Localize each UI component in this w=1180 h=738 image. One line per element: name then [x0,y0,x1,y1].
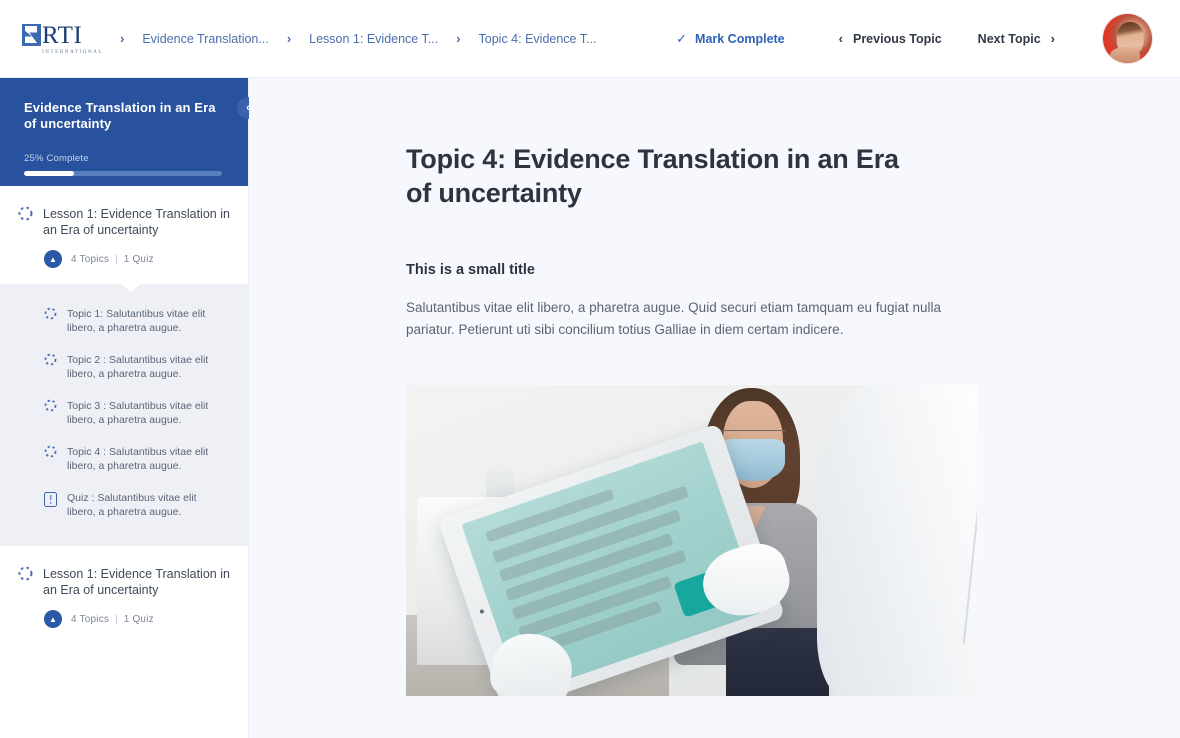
sidebar-item-quiz[interactable]: Quiz : Salutantibus vitae elit libero, a… [0,482,248,528]
section-subtitle: This is a small title [406,262,535,278]
logo-text: RTI [42,21,83,49]
breadcrumb-lesson[interactable]: Lesson 1: Evidence T... [309,32,438,46]
main-content: Topic 4: Evidence Translation in an Era … [249,78,1180,738]
lesson-block: Lesson 1: Evidence Translation in an Era… [0,546,248,644]
topic-label: Topic 3 : Salutantibus vitae elit libero… [67,400,209,426]
photo-coat-fold [962,411,977,644]
logo-subtitle: INTERNATIONAL [42,48,103,55]
chevron-right-icon: › [1050,31,1055,46]
logo-wordmark: RTI [22,23,94,48]
dashed-circle-icon [18,206,33,221]
lesson-collapse-toggle[interactable]: ▲ [44,250,62,268]
sidebar-item-topic-3[interactable]: Topic 3 : Salutantibus vitae elit libero… [0,390,248,436]
user-avatar[interactable] [1103,14,1152,63]
lesson-meta: ▲ 4 Topics | 1 Quiz [44,610,230,644]
breadcrumb-chevron-icon: › [120,31,125,46]
next-topic-button[interactable]: Next Topic › [978,31,1055,46]
dashed-circle-icon [44,307,57,320]
meta-separator: | [115,253,118,265]
course-sidebar: Evidence Translation in an Era of uncert… [0,78,259,738]
lesson-photo [406,385,977,696]
quiz-icon [44,492,57,507]
breadcrumb-chevron-icon: › [286,31,292,46]
rti-logo[interactable]: RTI INTERNATIONAL [22,22,103,56]
previous-topic-button[interactable]: ‹ Previous Topic [839,31,942,46]
topic-list: Topic 1: Salutantibus vitae elit libero,… [0,284,248,546]
breadcrumb-course[interactable]: Evidence Translation... [142,32,268,46]
sidebar-item-lesson-2[interactable]: Lesson 1: Evidence Translation in an Era… [18,566,230,598]
course-header: Evidence Translation in an Era of uncert… [0,78,259,186]
topbar-actions: ✓ Mark Complete ‹ Previous Topic Next To… [676,0,1180,77]
mark-complete-label: Mark Complete [695,31,785,46]
lesson-quiz-count: 1 Quiz [123,253,154,265]
lesson-meta: ▲ 4 Topics | 1 Quiz [44,250,230,284]
lesson-block: Lesson 1: Evidence Translation in an Era… [0,186,248,284]
rti-logo-mark-icon [22,24,41,46]
dashed-circle-icon [18,566,33,581]
lesson-title: Lesson 1: Evidence Translation in an Era… [43,207,230,237]
body-paragraph: Salutantibus vitae elit libero, a pharet… [406,300,942,337]
lesson-quiz-count: 1 Quiz [123,613,154,625]
progress-bar-fill [24,171,74,176]
breadcrumb-topic[interactable]: Topic 4: Evidence T... [479,32,597,46]
dashed-circle-icon [44,353,57,366]
topic-label: Topic 2 : Salutantibus vitae elit libero… [67,354,209,380]
topic-label: Topic 4 : Salutantibus vitae elit libero… [67,446,209,472]
check-icon: ✓ [676,30,688,46]
progress-label: 25% Complete [24,153,89,164]
photo-tablet-camera [478,608,484,614]
lesson-collapse-toggle[interactable]: ▲ [44,610,62,628]
photo-clinician-coat [817,385,977,696]
lesson-title: Lesson 1: Evidence Translation in an Era… [43,567,230,597]
breadcrumb-chevron-icon: › [456,31,461,46]
course-title: Evidence Translation in an Era of uncert… [24,100,216,131]
photo-patient-legs [725,627,829,696]
next-topic-label: Next Topic [977,31,1041,46]
sidebar-item-lesson-1[interactable]: Lesson 1: Evidence Translation in an Era… [18,206,230,238]
dashed-circle-icon [44,445,57,458]
chevron-left-icon: ‹ [838,31,843,46]
dashed-circle-icon [44,399,57,412]
sidebar-item-topic-2[interactable]: Topic 2 : Salutantibus vitae elit libero… [0,344,248,390]
top-navigation-bar: RTI INTERNATIONAL › Evidence Translation… [0,0,1180,78]
previous-topic-label: Previous Topic [852,31,942,46]
mark-complete-button[interactable]: ✓ Mark Complete [676,31,785,47]
meta-separator: | [115,613,118,625]
sidebar-item-topic-4[interactable]: Topic 4 : Salutantibus vitae elit libero… [0,436,248,482]
lesson-topics-count: 4 Topics [71,613,110,625]
sidebar-item-topic-1[interactable]: Topic 1: Salutantibus vitae elit libero,… [0,298,248,344]
progress-bar [24,171,222,176]
lesson-topics-count: 4 Topics [71,253,110,265]
topic-label: Topic 1: Salutantibus vitae elit libero,… [67,308,206,334]
course-page: RTI INTERNATIONAL › Evidence Translation… [0,0,1180,738]
page-title: Topic 4: Evidence Translation in an Era … [406,144,899,208]
quiz-label: Quiz : Salutantibus vitae elit libero, a… [67,492,197,518]
